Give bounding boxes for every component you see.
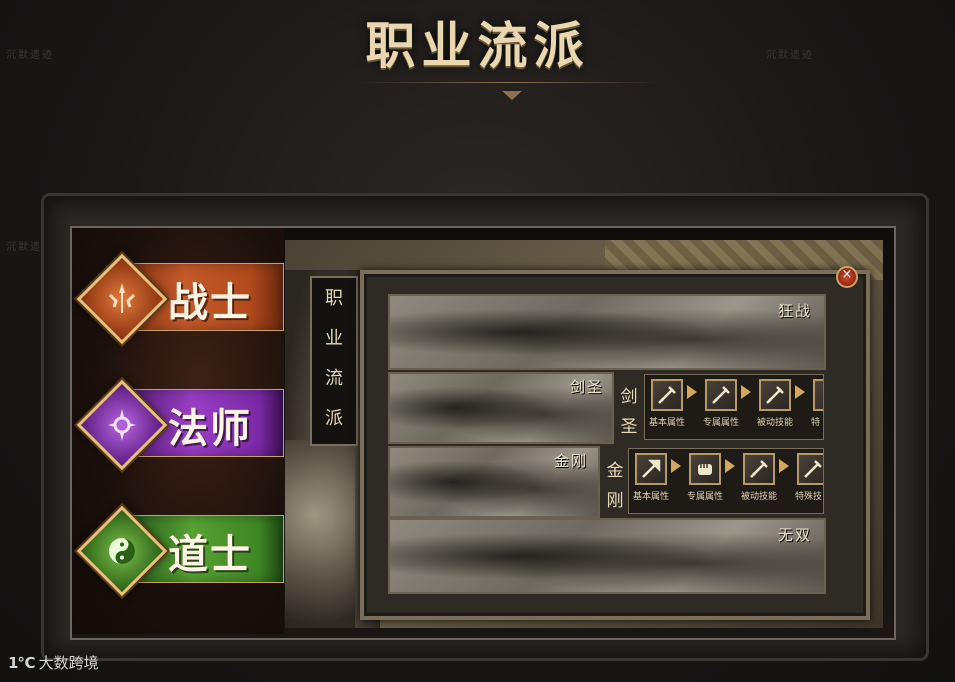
vertical-title-char: 派 [325,408,343,429]
class-label-mage: 法师 [168,406,252,452]
close-button[interactable]: × [836,266,858,288]
sword-icon[interactable] [797,453,823,485]
spear-icon[interactable] [635,453,667,485]
fist-icon[interactable] [689,453,721,485]
skill-label: 专属属性 [687,492,724,502]
vertical-title-char: 业 [325,328,343,349]
logo-mark: 1℃ [8,654,36,672]
sword-icon[interactable] [743,453,775,485]
ornate-dragon-head [285,440,355,628]
sword-icon[interactable] [759,379,791,411]
skill-label: 基本属性 [633,492,670,502]
arrow-right-icon [741,385,751,399]
school-label: 金刚 [554,452,589,470]
vertical-title-char: 流 [325,368,343,389]
class-label-taoist: 道士 [168,532,252,578]
chevron-down-icon [502,91,522,100]
school-label: 狂战 [778,302,813,320]
page-title: 职业流派 [365,16,590,75]
title-divider [360,82,660,83]
skill-label: 特 [811,418,821,428]
school-banner-kuangzhan[interactable] [388,294,826,370]
skill-label: 特殊技 [795,492,823,502]
school-side-char: 刚 [606,491,624,511]
sword-icon[interactable] [813,379,823,411]
school-side-char: 剑 [620,387,638,407]
school-label: 无双 [778,526,813,544]
skill-label: 被动技能 [741,492,778,502]
close-icon: × [841,267,853,282]
class-label-warrior: 战士 [168,280,252,326]
arrow-right-icon [779,459,789,473]
school-side-char: 金 [606,461,624,481]
brand-logo: 1℃ 大数跨境 [8,652,99,673]
sword-icon[interactable] [651,379,683,411]
skill-strip-jingang: 基本属性 专属属性 被动技能 特殊技 [628,448,824,514]
arrow-right-icon [795,385,805,399]
logo-text: 大数跨境 [38,654,99,672]
school-label: 剑圣 [570,378,605,396]
skill-label: 专属属性 [703,418,740,428]
skill-strip-jiansheng: 基本属性 专属属性 被动技能 特 [644,374,824,440]
arrow-right-icon [671,459,681,473]
arrow-right-icon [725,459,735,473]
skill-label: 基本属性 [649,418,686,428]
school-side-char: 圣 [620,417,638,437]
skill-label: 被动技能 [757,418,794,428]
vertical-title-char: 职 [325,288,343,309]
arrow-right-icon [687,385,697,399]
sword-icon[interactable] [705,379,737,411]
school-banner-wushuang[interactable] [388,518,826,594]
